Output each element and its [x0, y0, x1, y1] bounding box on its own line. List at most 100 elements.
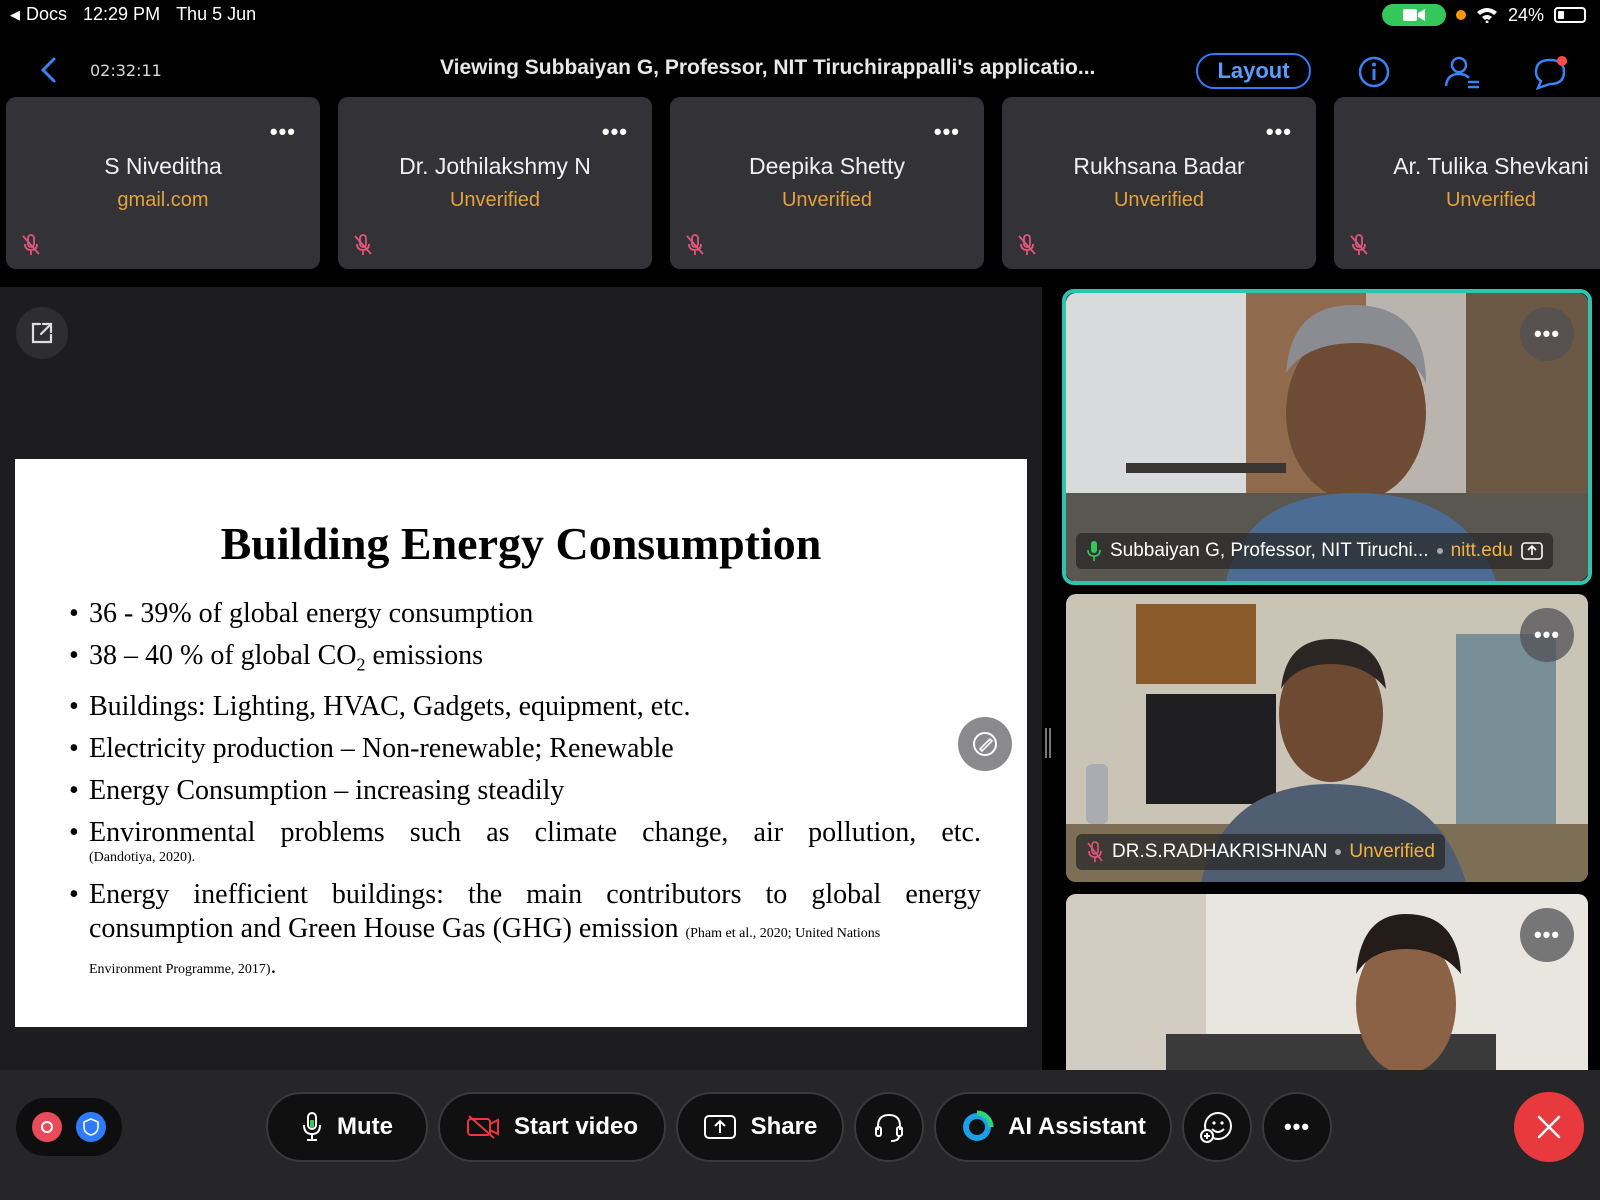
share-screen-icon	[703, 1115, 736, 1139]
participant-name: Rukhsana Badar	[1073, 153, 1245, 179]
layout-button[interactable]: Layout	[1196, 53, 1311, 89]
mic-active-icon	[1087, 541, 1101, 561]
mute-label: Mute	[337, 1113, 393, 1140]
video-tile-active-speaker[interactable]: ••• Subbaiyan G, Professor, NIT Tiruchi.…	[1066, 293, 1588, 581]
participant-status: gmail.com	[117, 189, 209, 211]
info-icon[interactable]	[1354, 52, 1394, 92]
wifi-icon	[1476, 8, 1497, 23]
participant-name: Dr. Jothilakshmy N	[399, 153, 591, 179]
more-options-icon[interactable]: •••	[270, 119, 296, 145]
slide-title: Building Energy Consumption	[220, 518, 822, 569]
status-bar: ◀ Docs 12:29 PM Thu 5 Jun 24%	[0, 0, 1600, 32]
pop-out-button[interactable]	[16, 307, 68, 359]
mic-in-use-indicator	[1455, 10, 1466, 20]
security-shield-icon[interactable]	[76, 1112, 106, 1142]
slide-bullet: Environmental problems such as climate c…	[69, 816, 981, 866]
participant-status: Unverified	[449, 189, 541, 211]
participant-tile[interactable]: Ar. Tulika Shevkani Unverified	[1334, 97, 1600, 269]
co2-subscript: 2	[356, 654, 366, 675]
slide-bullet-list: 36 - 39% of global energy consumption 38…	[69, 597, 981, 993]
participant-name: Deepika Shetty	[749, 153, 905, 179]
video-tile[interactable]: ••• DR.S.RADHAKRISHNAN Unverified	[1066, 594, 1588, 882]
slide-bullet: Energy Consumption – increasing steadily	[69, 774, 981, 808]
slide-bullet: 38 – 40 % of global CO2 emissions	[69, 639, 981, 682]
annotate-button[interactable]	[958, 717, 1012, 771]
microphone-icon	[303, 1112, 321, 1141]
ai-assistant-icon	[963, 1110, 994, 1141]
battery-icon	[1554, 7, 1586, 23]
more-options-icon[interactable]: •••	[934, 119, 960, 145]
reactions-button[interactable]	[1182, 1092, 1252, 1162]
share-label: Share	[750, 1113, 818, 1140]
back-app-label[interactable]: Docs	[26, 4, 67, 25]
participant-name: Ar. Tulika Shevkani	[1393, 153, 1589, 179]
participant-status: Unverified	[1113, 189, 1205, 211]
mic-muted-icon	[1018, 234, 1036, 255]
presentation-slide: Building Energy Consumption 36 - 39% of …	[15, 459, 1027, 1027]
battery-percent: 24%	[1507, 4, 1544, 25]
separator-dot	[1335, 849, 1342, 855]
bullet-text-suffix: emissions	[365, 640, 483, 671]
leave-meeting-button[interactable]	[1514, 1092, 1584, 1162]
slide-bullet: Electricity production – Non-renewable; …	[69, 732, 981, 766]
ai-assistant-button[interactable]: AI Assistant	[934, 1092, 1172, 1162]
citation: Environment Programme, 2017)	[89, 961, 271, 977]
participant-name: S Niveditha	[104, 153, 222, 179]
video-participant-name: DR.S.RADHAKRISHNAN	[1112, 841, 1328, 862]
slide-bullet: 36 - 39% of global energy consumption	[69, 597, 981, 631]
ai-assistant-label: AI Assistant	[1008, 1113, 1146, 1140]
external-open-icon	[31, 322, 53, 344]
citation: (Pham et al., 2020; United Nations	[685, 925, 881, 941]
video-name-label: DR.S.RADHAKRISHNAN Unverified	[1076, 834, 1445, 870]
meeting-header: 02:32:11 Viewing Subbaiyan G, Professor,…	[0, 42, 1600, 98]
citation-period: .	[270, 952, 277, 978]
video-more-options-button[interactable]: •••	[1520, 908, 1574, 962]
video-participant-status: Unverified	[1349, 841, 1435, 862]
annotation-pen-icon	[973, 732, 997, 756]
sharing-screen-icon	[1521, 542, 1543, 560]
audio-connection-button[interactable]	[854, 1092, 924, 1162]
recording-icon[interactable]	[32, 1112, 62, 1142]
participant-status: Unverified	[781, 189, 873, 211]
shared-screen-area: Building Energy Consumption 36 - 39% of …	[0, 287, 1042, 1070]
share-button[interactable]: Share	[676, 1092, 844, 1162]
headset-icon	[875, 1113, 903, 1142]
participant-tile[interactable]: ••• S Niveditha gmail.com	[6, 97, 320, 269]
resize-handle[interactable]	[1045, 728, 1051, 758]
participants-icon[interactable]	[1442, 52, 1482, 92]
back-to-app-icon[interactable]: ◀	[10, 7, 20, 23]
mic-muted-icon	[354, 234, 372, 255]
meeting-controls-bar: Mute Start video Share AI Assistant •••	[0, 1070, 1600, 1200]
start-video-button[interactable]: Start video	[438, 1092, 666, 1162]
status-date: Thu 5 Jun	[176, 4, 257, 24]
start-video-label: Start video	[513, 1113, 639, 1140]
separator-dot	[1436, 548, 1443, 554]
back-chevron-icon[interactable]	[38, 56, 60, 84]
mic-muted-icon	[686, 234, 704, 255]
video-tile[interactable]: •••	[1066, 894, 1588, 1070]
participant-strip: ••• S Niveditha gmail.com ••• Dr. Jothil…	[6, 97, 1600, 269]
bullet-text: 38 – 40 % of global CO	[89, 640, 357, 671]
video-more-options-button[interactable]: •••	[1520, 608, 1574, 662]
camera-in-use-icon	[1381, 4, 1446, 26]
participant-tile[interactable]: ••• Rukhsana Badar Unverified	[1002, 97, 1316, 269]
recording-security-group[interactable]	[16, 1098, 122, 1156]
close-icon	[1537, 1115, 1561, 1139]
video-more-options-button[interactable]: •••	[1520, 307, 1574, 361]
status-time: 12:29 PM	[83, 4, 161, 24]
more-options-icon[interactable]: •••	[1266, 119, 1292, 145]
mute-button[interactable]: Mute	[266, 1092, 428, 1162]
more-controls-button[interactable]: •••	[1262, 1092, 1332, 1162]
mic-muted-icon	[1350, 234, 1368, 255]
video-name-label: Subbaiyan G, Professor, NIT Tiruchi... n…	[1076, 533, 1553, 569]
citation: (Dandotiya, 2020).	[89, 849, 196, 865]
chat-icon[interactable]	[1530, 52, 1570, 92]
more-options-icon[interactable]: •••	[602, 119, 628, 145]
video-off-icon	[466, 1115, 499, 1139]
participant-tile[interactable]: ••• Dr. Jothilakshmy N Unverified	[338, 97, 652, 269]
participant-tile[interactable]: ••• Deepika Shetty Unverified	[670, 97, 984, 269]
meeting-timer: 02:32:11	[90, 61, 162, 80]
participant-video-feed	[1066, 894, 1588, 1070]
participant-status: Unverified	[1445, 189, 1537, 211]
bullet-text: Environmental problems such as climate c…	[89, 816, 981, 848]
